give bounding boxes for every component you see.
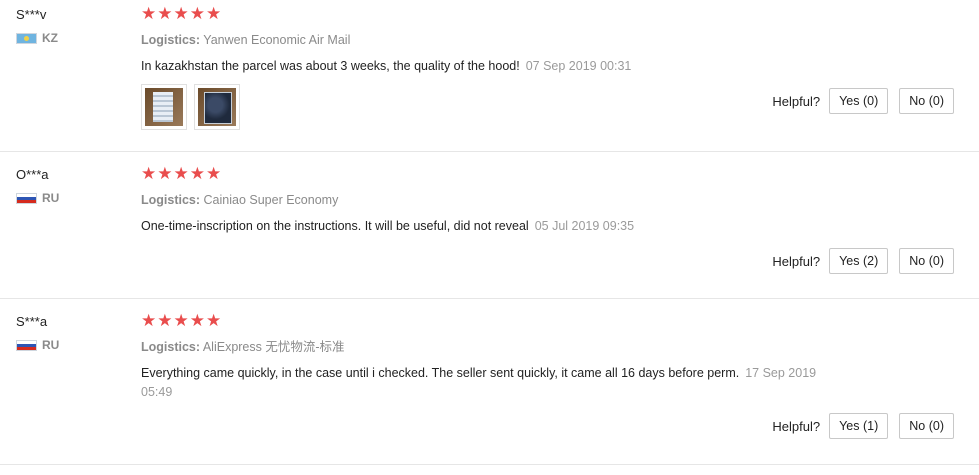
reviewer-country: RU xyxy=(16,190,126,206)
helpful-no-button[interactable]: No (0) xyxy=(899,88,954,114)
reviewer-country: KZ xyxy=(16,30,126,46)
country-code: RU xyxy=(42,338,60,352)
review-text: In kazakhstan the parcel was about 3 wee… xyxy=(141,57,861,76)
helpful-label: Helpful? xyxy=(772,253,821,269)
review-photo-thumbnail[interactable] xyxy=(194,84,240,130)
reviewer-info: S***v KZ xyxy=(16,5,126,46)
kz-flag-icon xyxy=(16,32,37,44)
star-rating: ★★★★★ xyxy=(141,311,223,330)
logistics-info: Logistics: Yanwen Economic Air Mail xyxy=(141,32,861,48)
helpful-yes-button[interactable]: Yes (1) xyxy=(829,413,889,439)
review-text: One-time-inscription on the instructions… xyxy=(141,217,861,236)
logistics-label: Logistics: xyxy=(141,340,201,354)
logistics-info: Logistics: AliExpress 无忧物流-标准 xyxy=(141,339,841,355)
review-item: S***a RU ★★★★★ Logistics: AliExpress 无忧物… xyxy=(0,299,979,465)
review-date: 05 Jul 2019 09:35 xyxy=(534,219,635,233)
review-body: In kazakhstan the parcel was about 3 wee… xyxy=(141,59,520,73)
helpful-label: Helpful? xyxy=(772,93,821,109)
photo-image xyxy=(145,88,183,126)
reviewer-info: S***a RU xyxy=(16,312,126,353)
review-content: ★★★★★ Logistics: Cainiao Super Economy O… xyxy=(141,164,861,236)
review-body: Everything came quickly, in the case unt… xyxy=(141,366,740,380)
logistics-value: Yanwen Economic Air Mail xyxy=(203,33,351,47)
reviewer-name: S***v xyxy=(16,7,47,22)
ru-flag-icon xyxy=(16,192,37,204)
review-photo-thumbnail[interactable] xyxy=(141,84,187,130)
helpful-yes-button[interactable]: Yes (2) xyxy=(829,248,889,274)
logistics-label: Logistics: xyxy=(141,193,201,207)
review-content: ★★★★★ Logistics: Yanwen Economic Air Mai… xyxy=(141,4,861,130)
reviewer-name: S***a xyxy=(16,314,48,329)
review-text: Everything came quickly, in the case unt… xyxy=(141,364,841,402)
logistics-value: Cainiao Super Economy xyxy=(203,193,339,207)
review-date: 07 Sep 2019 00:31 xyxy=(525,59,632,73)
review-item: S***v KZ ★★★★★ Logistics: Yanwen Economi… xyxy=(0,0,979,152)
review-photos xyxy=(141,84,861,130)
country-code: RU xyxy=(42,191,60,205)
review-list: S***v KZ ★★★★★ Logistics: Yanwen Economi… xyxy=(0,0,979,465)
logistics-info: Logistics: Cainiao Super Economy xyxy=(141,192,861,208)
helpful-yes-button[interactable]: Yes (0) xyxy=(829,88,889,114)
review-item: O***a RU ★★★★★ Logistics: Cainiao Super … xyxy=(0,152,979,299)
review-body: One-time-inscription on the instructions… xyxy=(141,219,529,233)
review-content: ★★★★★ Logistics: AliExpress 无忧物流-标准 Ever… xyxy=(141,311,841,402)
helpful-controls: Helpful? Yes (1) No (0) xyxy=(772,413,954,439)
helpful-controls: Helpful? Yes (2) No (0) xyxy=(772,248,954,274)
reviewer-name: O***a xyxy=(16,167,49,182)
helpful-no-button[interactable]: No (0) xyxy=(899,413,954,439)
country-code: KZ xyxy=(42,31,58,45)
helpful-no-button[interactable]: No (0) xyxy=(899,248,954,274)
reviewer-info: O***a RU xyxy=(16,165,126,206)
logistics-value: AliExpress 无忧物流-标准 xyxy=(202,340,345,354)
helpful-label: Helpful? xyxy=(772,418,821,434)
star-rating: ★★★★★ xyxy=(141,4,223,23)
star-rating: ★★★★★ xyxy=(141,164,223,183)
logistics-label: Logistics: xyxy=(141,33,201,47)
helpful-controls: Helpful? Yes (0) No (0) xyxy=(772,88,954,114)
reviewer-country: RU xyxy=(16,337,126,353)
ru-flag-icon xyxy=(16,339,37,351)
photo-image xyxy=(198,88,236,126)
